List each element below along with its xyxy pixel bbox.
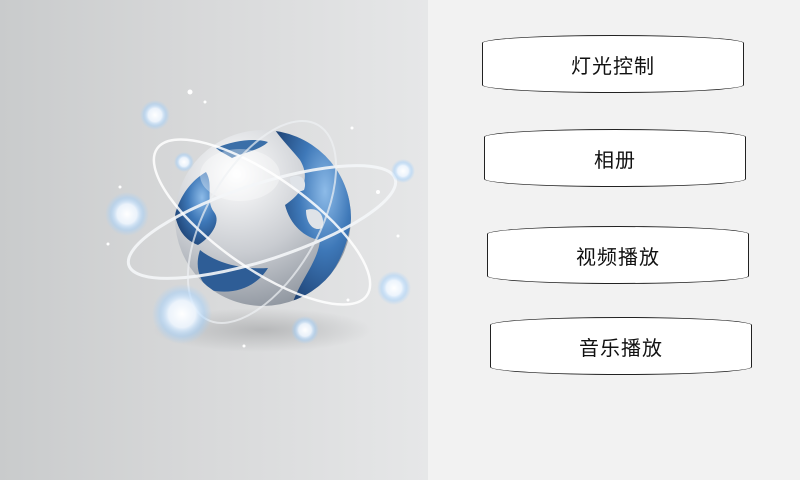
menu-panel: 灯光控制 相册 视频播放 音乐播放 <box>428 0 800 480</box>
video-playback-button[interactable]: 视频播放 <box>487 226 749 284</box>
music-playback-button[interactable]: 音乐播放 <box>490 317 752 375</box>
light-control-button[interactable]: 灯光控制 <box>482 35 744 93</box>
main-screen: 灯光控制 相册 视频播放 音乐播放 <box>0 0 800 480</box>
hero-panel <box>0 0 428 480</box>
globe-icon <box>105 89 415 352</box>
album-button[interactable]: 相册 <box>484 129 746 187</box>
